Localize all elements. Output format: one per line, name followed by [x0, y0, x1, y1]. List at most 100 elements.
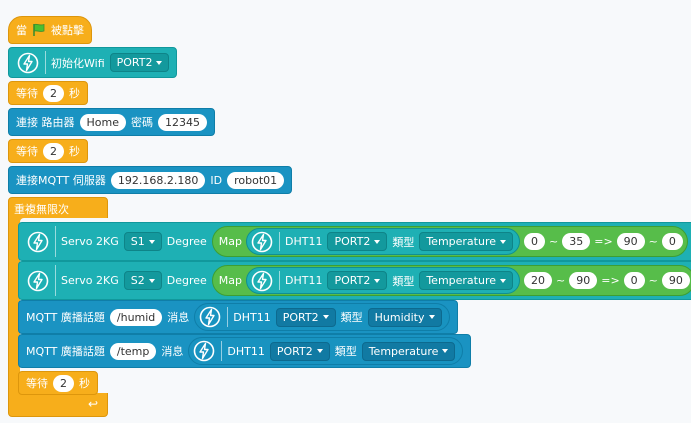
sensor-label: DHT11 — [227, 344, 265, 358]
sensor-label: DHT11 — [285, 274, 323, 287]
wait-block[interactable]: 等待 2 秒 — [8, 81, 88, 105]
mqtt-id-input[interactable]: robot01 — [227, 171, 285, 189]
wait-label: 等待 — [16, 145, 38, 158]
sensor-type-dropdown[interactable]: Temperature — [419, 271, 514, 290]
sensor-type-dropdown[interactable]: Temperature — [419, 232, 514, 251]
divider — [227, 307, 229, 327]
ssid-input[interactable]: Home — [79, 113, 126, 131]
hat-label-clicked: 被點擊 — [51, 24, 84, 37]
sensor-port-dropdown[interactable]: PORT2 — [269, 341, 330, 361]
mqtt-publish-block[interactable]: MQTT 廣播話題 /humid 消息 DHT11 PORT2 類型 Humid… — [18, 300, 458, 334]
hat-label-when: 當 — [16, 24, 27, 37]
divider — [279, 271, 280, 290]
init-wifi-block[interactable]: 初始化Wifi PORT2 — [8, 47, 178, 78]
to-high-input[interactable]: 90 — [661, 272, 690, 289]
dht11-reporter[interactable]: DHT11 PORT2 類型 Temperature — [246, 228, 521, 255]
port-value: PORT2 — [116, 56, 153, 69]
lightning-icon — [250, 269, 274, 293]
from-low-input[interactable]: 20 — [524, 272, 553, 289]
map-reporter[interactable]: Map DHT11 PORT2 類型 Temperature 20 ~ 90 =… — [211, 265, 691, 296]
caret-down-icon — [428, 315, 435, 319]
dht11-reporter[interactable]: DHT11 PORT2 類型 Temperature — [246, 267, 521, 294]
sensor-label: DHT11 — [285, 235, 323, 248]
divider — [279, 232, 280, 251]
sensor-port-value: PORT2 — [282, 310, 319, 324]
wait-label: 等待 — [26, 377, 48, 390]
connect-router-label: 連接 路由器 — [16, 116, 75, 129]
password-input[interactable]: 12345 — [157, 113, 207, 131]
mqtt-connect-block[interactable]: 連接MQTT 伺服器 192.168.2.180 ID robot01 — [8, 166, 293, 194]
tilde: ~ — [549, 235, 559, 248]
type-label: 類型 — [392, 235, 415, 249]
sensor-port-dropdown[interactable]: PORT2 — [275, 307, 336, 327]
mqtt-id-label: ID — [210, 173, 223, 187]
map-reporter[interactable]: Map DHT11 PORT2 類型 Temperature 0 ~ 35 =>… — [211, 226, 688, 257]
lightning-icon — [192, 339, 216, 363]
from-high-input[interactable]: 35 — [562, 233, 591, 250]
wait-seconds-input[interactable]: 2 — [43, 142, 64, 160]
wait-unit: 秒 — [69, 87, 80, 100]
sensor-port-dropdown[interactable]: PORT2 — [327, 271, 388, 290]
degree-label: Degree — [166, 274, 207, 287]
mqtt-publish-block[interactable]: MQTT 廣播話題 /temp 消息 DHT11 PORT2 類型 Temper… — [18, 334, 472, 368]
sensor-type-value: Temperature — [426, 235, 497, 248]
sensor-port-dropdown[interactable]: PORT2 — [327, 232, 388, 251]
connect-router-block[interactable]: 連接 路由器 Home 密碼 12345 — [8, 108, 215, 136]
servo-block[interactable]: Servo 2KG S2 Degree Map DHT11 PORT2 類型 T… — [18, 261, 691, 300]
lightning-icon — [250, 230, 274, 254]
type-label: 類型 — [340, 311, 363, 324]
to-low-input[interactable]: 90 — [616, 233, 645, 250]
servo-port-value: S2 — [130, 274, 145, 287]
lightning-icon — [198, 305, 222, 329]
dht11-reporter[interactable]: DHT11 PORT2 類型 Temperature — [188, 337, 464, 365]
forever-label-row: 重複無限次 — [8, 200, 75, 218]
message-label: 消息 — [161, 345, 184, 358]
divider — [45, 51, 46, 74]
caret-down-icon — [148, 278, 155, 283]
wait-seconds-input[interactable]: 2 — [43, 84, 64, 102]
servo-port-dropdown[interactable]: S2 — [123, 271, 162, 290]
map-label: Map — [218, 235, 242, 248]
servo-port-dropdown[interactable]: S1 — [123, 232, 162, 251]
caret-down-icon — [316, 349, 323, 353]
topic-input[interactable]: /humid — [109, 308, 163, 326]
divider — [221, 341, 223, 361]
degree-label: Degree — [166, 235, 207, 248]
tilde: ~ — [648, 235, 658, 248]
wait-block[interactable]: 等待 2 秒 — [8, 139, 88, 163]
servo-port-value: S1 — [130, 235, 145, 248]
init-wifi-label: 初始化Wifi — [51, 56, 105, 70]
when-flag-clicked-block[interactable]: 當 被點擊 — [8, 16, 92, 44]
green-flag-icon — [32, 23, 46, 37]
caret-down-icon — [374, 239, 381, 244]
servo-label: Servo 2KG — [61, 274, 119, 287]
port-dropdown[interactable]: PORT2 — [109, 53, 170, 72]
to-low-input[interactable]: 0 — [623, 272, 645, 289]
to-high-input[interactable]: 0 — [661, 233, 683, 250]
servo-block[interactable]: Servo 2KG S1 Degree Map DHT11 PORT2 類型 T… — [18, 222, 691, 261]
message-label: 消息 — [167, 311, 190, 324]
servo-label: Servo 2KG — [61, 235, 119, 248]
sensor-type-value: Temperature — [368, 344, 439, 358]
type-label: 類型 — [392, 274, 415, 288]
tilde: ~ — [556, 274, 566, 287]
sensor-port-value: PORT2 — [334, 274, 371, 287]
wait-block[interactable]: 等待 2 秒 — [18, 371, 98, 395]
forever-label: 重複無限次 — [14, 203, 69, 216]
caret-down-icon — [500, 239, 507, 244]
tilde: ~ — [648, 274, 658, 287]
sensor-type-value: Humidity — [374, 310, 425, 324]
from-low-input[interactable]: 0 — [524, 233, 546, 250]
wait-seconds-input[interactable]: 2 — [53, 374, 74, 392]
sensor-type-value: Temperature — [426, 274, 497, 287]
sensor-type-dropdown[interactable]: Humidity — [367, 307, 442, 327]
sensor-port-value: PORT2 — [276, 344, 313, 358]
caret-down-icon — [148, 239, 155, 244]
sensor-type-dropdown[interactable]: Temperature — [361, 341, 456, 361]
from-high-input[interactable]: 90 — [569, 272, 598, 289]
dht11-reporter[interactable]: DHT11 PORT2 類型 Humidity — [194, 303, 450, 331]
topic-input[interactable]: /temp — [109, 342, 157, 360]
sensor-port-value: PORT2 — [334, 235, 371, 248]
mqtt-server-input[interactable]: 192.168.2.180 — [110, 171, 206, 189]
divider — [55, 226, 56, 257]
